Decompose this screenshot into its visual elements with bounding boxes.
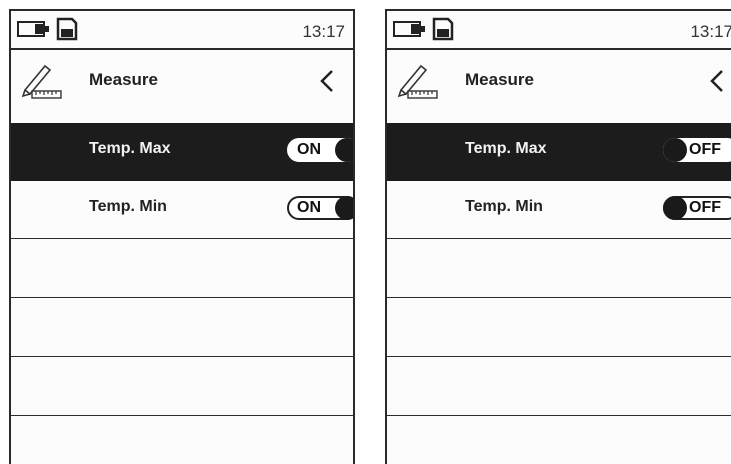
list-item-empty bbox=[11, 238, 353, 296]
list-item-temp-min[interactable]: Temp. Min OFF bbox=[387, 181, 731, 239]
list-item-empty bbox=[11, 415, 353, 464]
list-item-label: Temp. Min bbox=[89, 198, 167, 215]
list-item-temp-max[interactable]: Temp. Max ON bbox=[11, 123, 353, 181]
list-item-label: Temp. Max bbox=[465, 140, 547, 157]
list-item-empty bbox=[387, 297, 731, 355]
list-item-empty bbox=[11, 297, 353, 355]
menu-header: Measure bbox=[11, 50, 353, 123]
toggle-knob bbox=[663, 138, 687, 162]
menu-header: Measure bbox=[387, 50, 731, 123]
device-screen-right: 13:17 Measure Temp. Max OFF Temp. Min OF… bbox=[385, 9, 731, 464]
list-item-empty bbox=[387, 415, 731, 464]
list-item-empty bbox=[387, 356, 731, 414]
page-title: Measure bbox=[89, 70, 158, 89]
page-title: Measure bbox=[465, 70, 534, 89]
chevron-left-icon[interactable] bbox=[707, 68, 727, 94]
sd-card-icon bbox=[56, 17, 78, 41]
temp-max-toggle[interactable]: ON bbox=[287, 138, 353, 162]
toggle-knob bbox=[663, 196, 687, 220]
list-item-temp-min[interactable]: Temp. Min ON bbox=[11, 181, 353, 239]
toggle-state-label: OFF bbox=[689, 199, 721, 216]
list-item-label: Temp. Max bbox=[89, 140, 171, 157]
toggle-state-label: ON bbox=[297, 199, 321, 216]
chevron-left-icon[interactable] bbox=[317, 68, 337, 94]
list-item-label: Temp. Min bbox=[465, 198, 543, 215]
pencil-ruler-icon bbox=[397, 64, 438, 99]
toggle-knob bbox=[335, 138, 353, 162]
clock: 13:17 bbox=[690, 22, 731, 41]
pencil-ruler-icon bbox=[21, 64, 62, 99]
temp-max-toggle[interactable]: OFF bbox=[663, 138, 731, 162]
list-item-empty bbox=[11, 356, 353, 414]
list-item-temp-max[interactable]: Temp. Max OFF bbox=[387, 123, 731, 181]
toggle-state-label: OFF bbox=[689, 141, 721, 158]
battery-icon bbox=[17, 21, 49, 37]
toggle-state-label: ON bbox=[297, 141, 321, 158]
battery-icon bbox=[393, 21, 425, 37]
status-bar: 13:17 bbox=[387, 11, 731, 50]
sd-card-icon bbox=[432, 17, 454, 41]
temp-min-toggle[interactable]: ON bbox=[287, 196, 353, 220]
device-screen-left: 13:17 Measure Temp. Max ON Temp. Min ON bbox=[9, 9, 355, 464]
toggle-knob bbox=[335, 196, 353, 220]
status-bar: 13:17 bbox=[11, 11, 353, 50]
clock: 13:17 bbox=[302, 22, 345, 41]
list-item-empty bbox=[387, 238, 731, 296]
temp-min-toggle[interactable]: OFF bbox=[663, 196, 731, 220]
